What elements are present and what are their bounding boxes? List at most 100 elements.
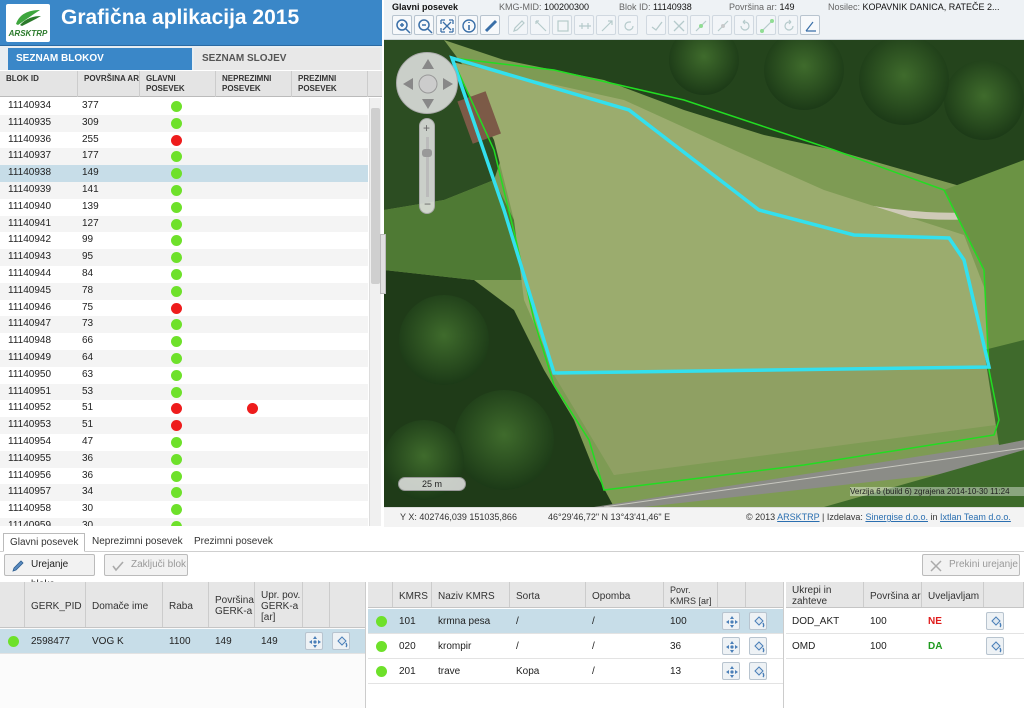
block-row[interactable]: 11140955 36 — [0, 450, 368, 468]
add-vertex-button[interactable] — [690, 15, 710, 35]
block-row[interactable]: 11140957 34 — [0, 484, 368, 502]
block-row[interactable]: 11140934 377 — [0, 98, 368, 115]
ukrep-row[interactable]: DOD_AKT 100 NE — [786, 609, 1024, 634]
redo-button[interactable] — [778, 15, 798, 35]
kmrs-row[interactable]: 101 krmna pesa / / 100 — [368, 609, 783, 634]
col-gerk-pid[interactable]: GERK_PID — [25, 582, 86, 627]
tab-prezimni-posevek[interactable]: Prezimni posevek — [188, 533, 279, 552]
block-list-scrollbar[interactable] — [369, 98, 381, 526]
block-row[interactable]: 11140951 53 — [0, 383, 368, 401]
zoom-handle[interactable] — [422, 149, 432, 157]
zoom-to-button[interactable] — [722, 637, 740, 655]
block-row[interactable]: 11140953 51 — [0, 417, 368, 434]
block-row[interactable]: 11140959 30 — [0, 517, 368, 526]
zoom-out-button[interactable] — [414, 15, 434, 35]
extend-button[interactable] — [596, 15, 616, 35]
block-row[interactable]: 11140944 84 — [0, 266, 368, 283]
tab-seznam-blokov[interactable]: SEZNAM BLOKOV — [8, 48, 192, 70]
block-row[interactable]: 11140947 73 — [0, 316, 368, 334]
col-povrsina-gerk[interactable]: Površina GERK-a — [209, 582, 255, 627]
zoom-plus-icon[interactable]: + — [423, 121, 430, 135]
style-button[interactable] — [749, 662, 767, 680]
undo-button[interactable] — [734, 15, 754, 35]
measure-button[interactable] — [480, 15, 500, 35]
arsktrp-link[interactable]: ARSKTRP — [777, 512, 819, 522]
style-button[interactable] — [986, 637, 1004, 655]
block-row[interactable]: 11140948 66 — [0, 333, 368, 350]
block-row[interactable]: 11140936 255 — [0, 132, 368, 149]
block-row[interactable]: 11140941 127 — [0, 215, 368, 233]
ukrep-uveljavljam[interactable]: NE — [928, 609, 942, 634]
split-button[interactable] — [574, 15, 594, 35]
ukrep-uveljavljam[interactable]: DA — [928, 634, 942, 659]
block-row[interactable]: 11140937 177 — [0, 148, 368, 166]
block-row[interactable]: 11140956 36 — [0, 468, 368, 485]
zoom-in-button[interactable] — [392, 15, 412, 35]
zoom-to-button[interactable] — [722, 662, 740, 680]
scrollbar-thumb[interactable] — [371, 108, 380, 284]
zoom-minus-icon[interactable]: − — [424, 197, 431, 211]
col-povr-kmrs[interactable]: Povr. KMRS [ar] — [664, 582, 718, 607]
style-button[interactable] — [986, 612, 1004, 630]
snap-button[interactable] — [756, 15, 776, 35]
col-blok-id[interactable]: BLOK ID — [0, 71, 78, 97]
col-upr-pov[interactable]: Upr. pov. GERK-a [ar] — [255, 582, 303, 627]
block-row[interactable]: 11140939 141 — [0, 181, 368, 199]
block-row[interactable]: 11140950 63 — [0, 367, 368, 384]
aerial-imagery[interactable] — [384, 40, 1024, 507]
block-row[interactable]: 11140949 64 — [0, 349, 368, 367]
ukrep-row[interactable]: OMD 100 DA — [786, 634, 1024, 659]
block-row[interactable]: 11140942 99 — [0, 232, 368, 249]
style-button[interactable] — [749, 637, 767, 655]
pencil-button[interactable] — [508, 15, 528, 35]
zoom-to-button[interactable] — [305, 632, 323, 650]
col-kmrs[interactable]: KMRS — [393, 582, 432, 607]
tab-neprezimni-posevek[interactable]: Neprezimni posevek — [86, 533, 189, 552]
col-prezimni-posevek[interactable]: PREZIMNI POSEVEK — [292, 71, 368, 97]
col-raba[interactable]: Raba — [163, 582, 209, 627]
stop-edit-button[interactable]: Prekini urejanje — [922, 554, 1020, 576]
ixtlan-link[interactable]: Ixtlan Team d.o.o. — [940, 512, 1011, 522]
col-opomba[interactable]: Opomba — [586, 582, 664, 607]
style-button[interactable] — [749, 612, 767, 630]
rotate-button[interactable] — [618, 15, 638, 35]
block-row[interactable]: 11140935 309 — [0, 114, 368, 132]
block-row[interactable]: 11140954 47 — [0, 434, 368, 451]
cancel-button[interactable] — [668, 15, 688, 35]
block-row[interactable]: 11140952 51 — [0, 400, 368, 417]
pan-control[interactable] — [396, 52, 458, 114]
tab-glavni-posevek[interactable]: Glavni posevek — [3, 533, 86, 552]
col-domace-ime[interactable]: Domače ime — [86, 582, 163, 627]
edit-block-button[interactable]: Urejanje bloka — [4, 554, 95, 590]
block-row[interactable]: 11140958 30 — [0, 501, 368, 518]
kmrs-row[interactable]: 201 trave Kopa / 13 — [368, 659, 783, 684]
block-row[interactable]: 11140938 149 — [0, 165, 368, 182]
col-sorta[interactable]: Sorta — [510, 582, 586, 607]
gerk-row[interactable]: 2598477 VOG K 1100 149 149 — [0, 629, 365, 654]
col-povrsina[interactable]: POVRŠINA AR — [78, 71, 140, 97]
check-button[interactable] — [646, 15, 666, 35]
map-view[interactable]: + − 25 m Verzija 6 (build 6) zgrajena 20… — [384, 40, 1024, 507]
col-ukrepi[interactable]: Ukrepi in zahteve — [786, 582, 864, 607]
panel-splitter[interactable] — [380, 234, 386, 294]
remove-vertex-button[interactable] — [712, 15, 732, 35]
block-row[interactable]: 11140940 139 — [0, 199, 368, 216]
kmrs-row[interactable]: 020 krompir / / 36 — [368, 634, 783, 659]
col-uveljavljam[interactable]: Uveljavljam — [922, 582, 984, 607]
draw-polygon-button[interactable] — [552, 15, 572, 35]
sinergise-link[interactable]: Sinergise d.o.o. — [865, 512, 928, 522]
close-block-button[interactable]: Zaključi blok — [104, 554, 188, 576]
col-glavni-posevek[interactable]: GLAVNI POSEVEK — [140, 71, 216, 97]
col-naziv-kmrs[interactable]: Naziv KMRS — [432, 582, 510, 607]
zoom-extent-button[interactable] — [436, 15, 456, 35]
block-row[interactable]: 11140945 78 — [0, 282, 368, 300]
zoom-to-button[interactable] — [722, 612, 740, 630]
block-row[interactable]: 11140946 75 — [0, 300, 368, 317]
col-povrsina-ar[interactable]: Površina ar — [864, 582, 922, 607]
angle-button[interactable] — [800, 15, 820, 35]
draw-line-button[interactable] — [530, 15, 550, 35]
block-row[interactable]: 11140943 95 — [0, 249, 368, 266]
tab-seznam-slojev[interactable]: SEZNAM SLOJEV — [194, 48, 380, 70]
zoom-slider[interactable]: + − — [419, 118, 435, 214]
col-neprezimni-posevek[interactable]: NEPREZIMNI POSEVEK — [216, 71, 292, 97]
